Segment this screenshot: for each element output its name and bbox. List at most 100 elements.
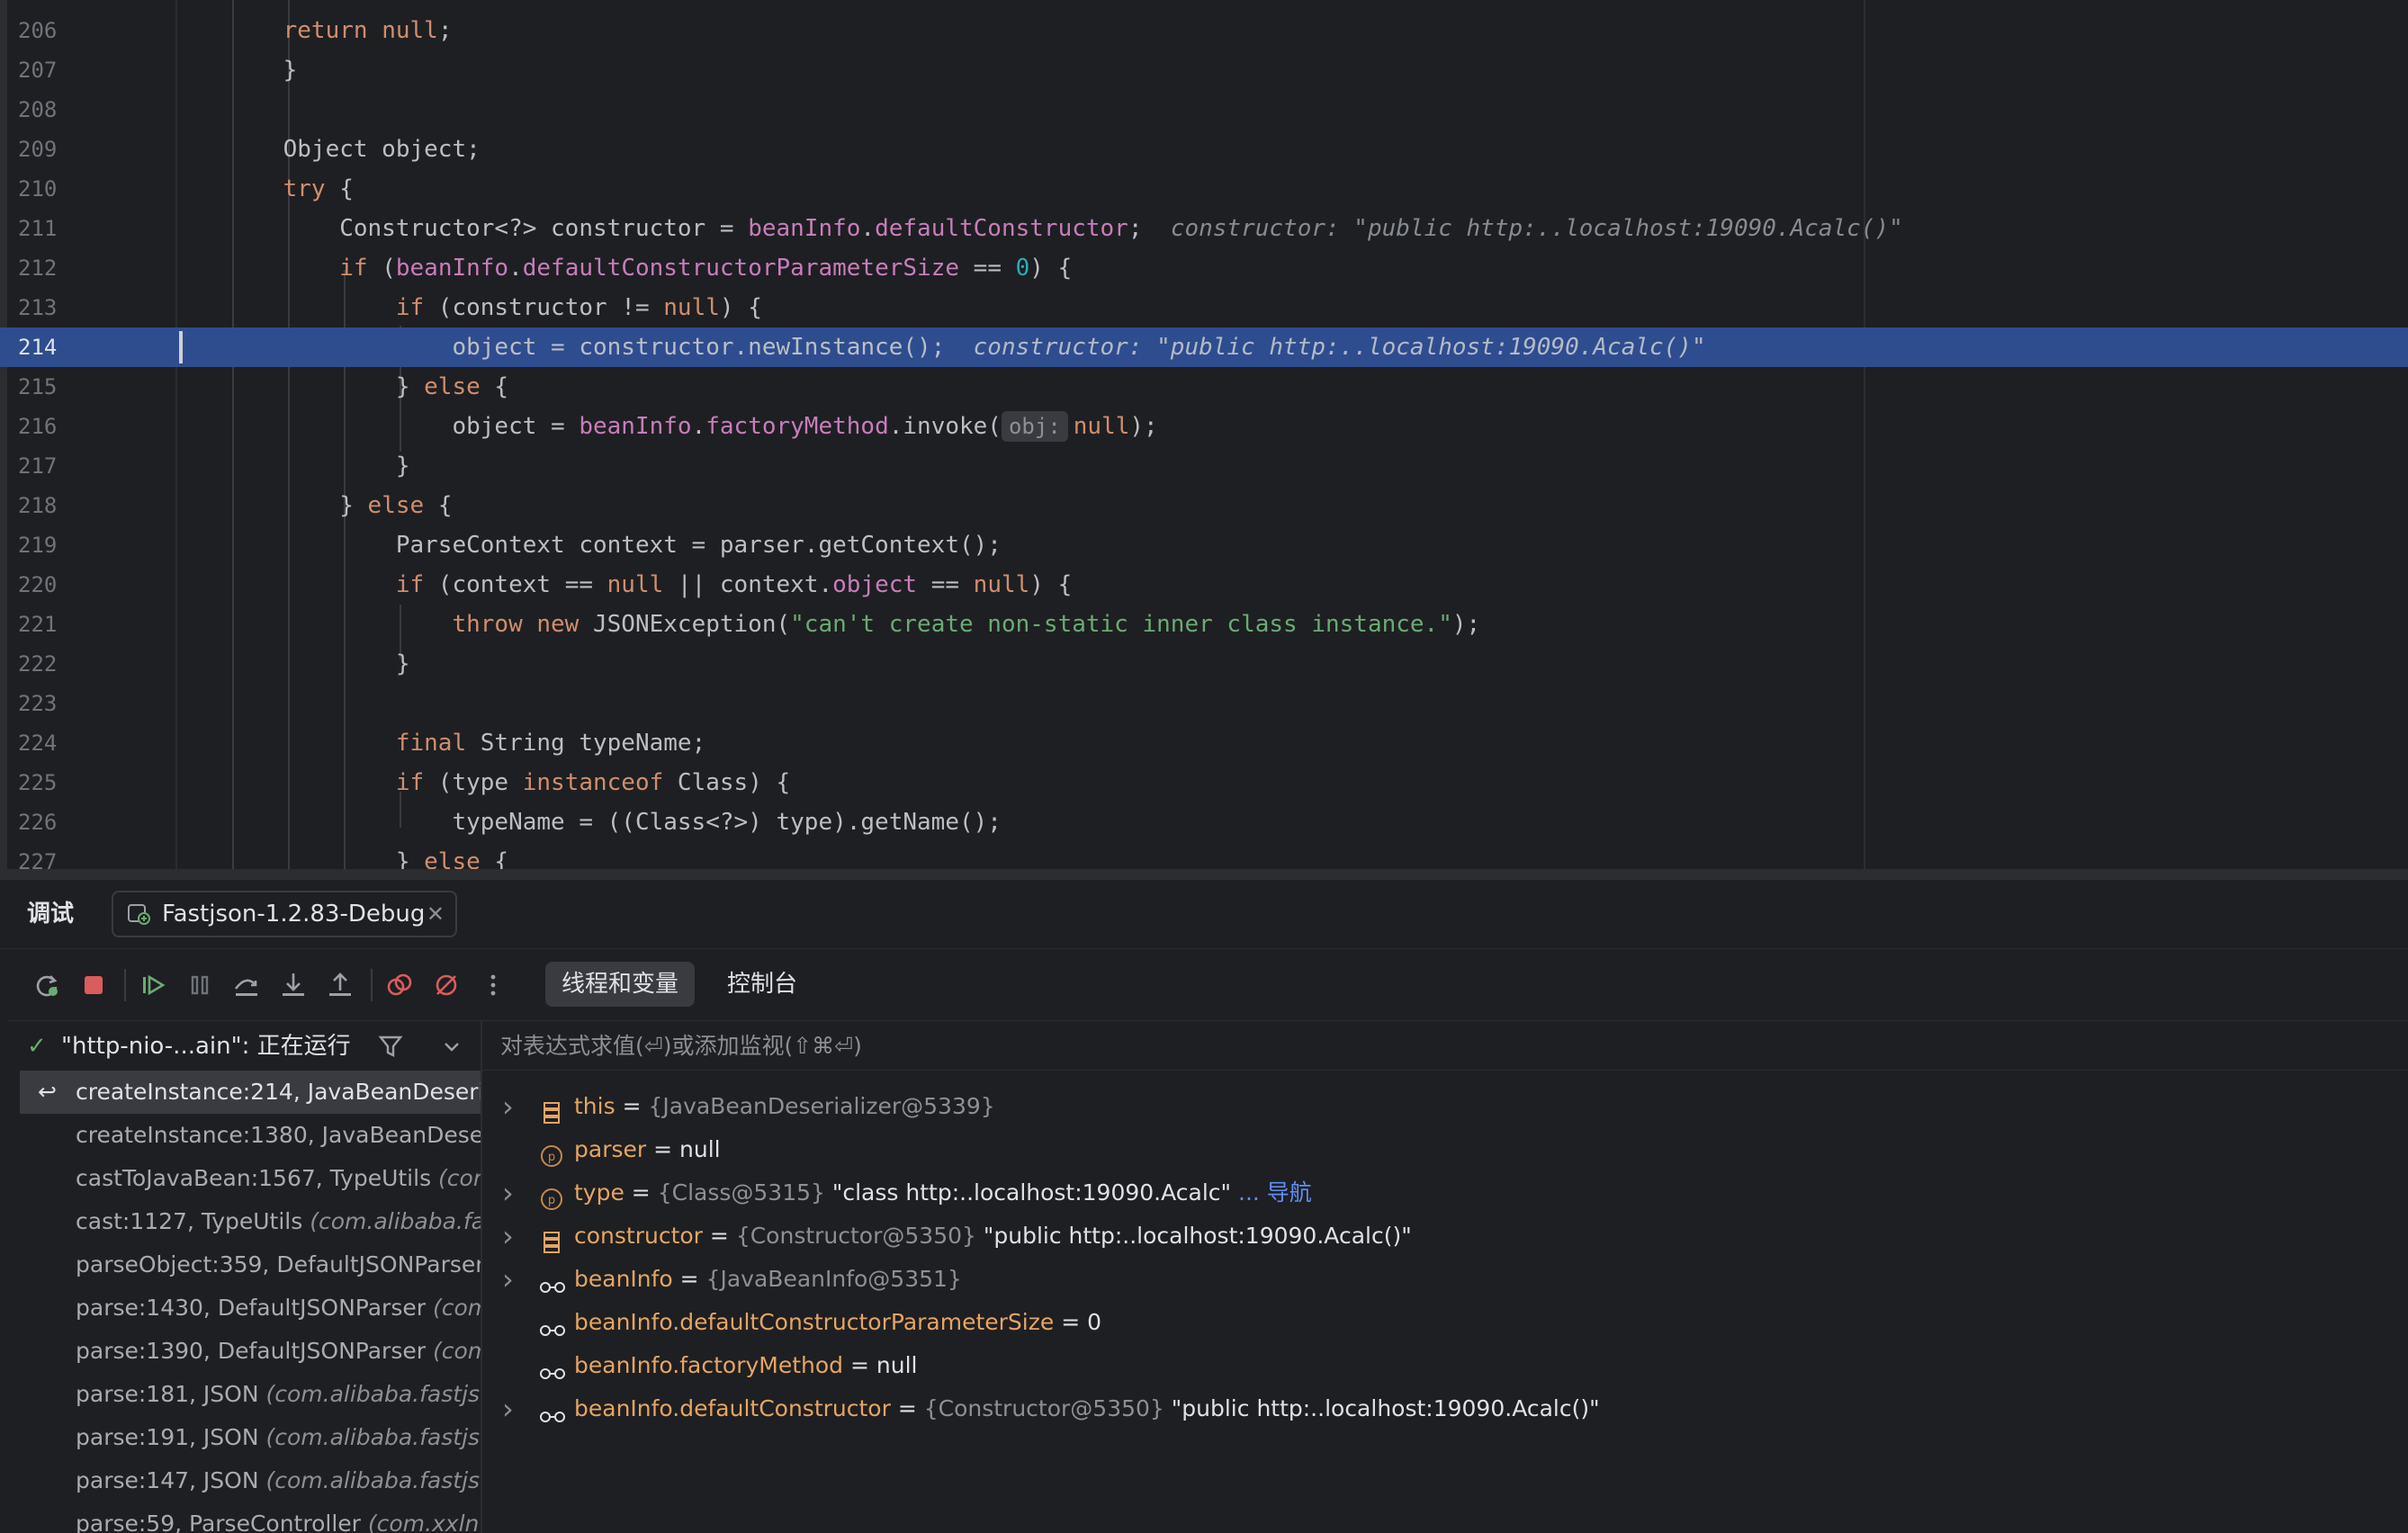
line-number: 225 [18,770,58,795]
frame-item[interactable]: ↩ createInstance:214, JavaBeanDeseria [20,1071,481,1114]
check-icon: ✓ [27,1033,47,1060]
breakpoints-icon [387,973,412,996]
tab-console[interactable]: 控制台 [711,962,813,1007]
frame-item[interactable]: parse:1430, DefaultJSONParser (com [20,1286,481,1330]
code-line: 209 Object object; [0,130,2408,169]
resume-button[interactable] [133,965,173,1005]
run-config-name: Fastjson-1.2.83-Debug [162,901,426,928]
rerun-icon [36,975,58,997]
line-number: 220 [18,572,58,597]
frame-item[interactable]: cast:1127, TypeUtils (com.alibaba.fast [20,1200,481,1243]
close-tab-icon[interactable]: ✕ [427,901,445,927]
code-line: 215 } else { [0,367,2408,407]
stop-button[interactable] [74,965,113,1005]
editor-horizontal-scrollbar[interactable] [0,869,2408,880]
tab-threads-variables[interactable]: 线程和变量 [545,962,696,1007]
code-line: 211 Constructor<?> constructor = beanInf… [0,209,2408,248]
step-out-button[interactable] [320,965,360,1005]
code-line: 224 final String typeName; [0,723,2408,763]
expand-arrow-icon[interactable]: › [502,1387,520,1430]
equals-sign: = [702,1223,736,1249]
code-line: 223 [0,684,2408,723]
mute-breakpoints-icon [436,974,457,996]
line-number: 207 [18,58,58,83]
line-number: 215 [18,374,58,399]
thread-selector[interactable]: ✓ "http-nio-...ain": 正在运行 [7,1020,481,1072]
rerun-button[interactable] [27,965,67,1005]
line-number: 216 [18,414,58,439]
code-line: 213 if (constructor != null) { [0,288,2408,327]
variable-value: 0 [1087,1309,1102,1335]
run-config-tab[interactable]: Fastjson-1.2.83-Debug ✕ [112,891,457,937]
variable-name: beanInfo.defaultConstructor [574,1395,891,1421]
expand-arrow-icon[interactable]: › [502,1085,520,1128]
parameter-icon: p [540,1139,563,1167]
inline-value-hint: constructor: "public http:..localhost:19… [1170,215,1903,242]
line-number: 222 [18,651,58,677]
line-number: 210 [18,176,58,202]
step-out-icon [329,973,351,996]
line-number: 212 [18,256,58,281]
svg-text:p: p [548,1151,555,1164]
frame-item[interactable]: parse:191, JSON (com.alibaba.fastjso [20,1416,481,1459]
watch-glasses-icon [538,1269,567,1293]
variable-name: beanInfo.defaultConstructorParameterSize [574,1309,1055,1335]
watch-glasses-icon [538,1312,567,1336]
line-number: 214 [18,335,58,360]
frame-item[interactable]: parse:181, JSON (com.alibaba.fastjso [20,1373,481,1416]
variable-name: beanInfo [574,1266,673,1292]
line-number: 213 [18,295,58,320]
debug-title: 调试 [27,901,75,928]
line-number: 223 [18,691,58,716]
equals-sign: = [843,1352,876,1378]
equals-sign: = [1054,1309,1088,1335]
svg-text:p: p [548,1194,555,1207]
code-line: 218 } else { [0,486,2408,525]
stop-icon [85,976,103,994]
equals-sign: = [890,1395,924,1421]
variable-type: {Class@5315} [657,1179,825,1206]
variable-name: constructor [574,1223,703,1249]
watch-glasses-icon [538,1355,567,1379]
filter-icon[interactable] [376,1032,405,1061]
frame-item[interactable]: parse:1390, DefaultJSONParser (com [20,1330,481,1373]
more-options-button[interactable] [473,965,513,1005]
code-line: 220 if (context == null || context.objec… [0,565,2408,605]
line-number: 227 [18,849,58,869]
line-number: 226 [18,810,58,835]
pause-button[interactable] [180,965,220,1005]
frame-item[interactable]: castToJavaBean:1567, TypeUtils (com [20,1157,481,1200]
line-number: 211 [18,216,58,241]
frame-item[interactable]: createInstance:1380, JavaBeanDeseri [20,1114,481,1157]
navigate-link[interactable]: ... 导航 [1231,1179,1312,1206]
panel-splitter[interactable] [481,1020,482,1533]
variable-name: this [574,1093,615,1119]
view-breakpoints-button[interactable] [380,965,419,1005]
variable-name: parser [574,1136,647,1162]
line-number: 208 [18,97,58,122]
chevron-down-icon[interactable] [437,1032,466,1061]
expand-arrow-icon[interactable]: › [502,1258,520,1301]
frame-item[interactable]: parse:59, ParseController (com.xxln.f [20,1502,481,1533]
mute-breakpoints-button[interactable] [427,965,466,1005]
step-over-button[interactable] [227,965,266,1005]
parameter-hint: obj: [1001,411,1068,442]
line-number: 206 [18,18,58,43]
inline-value-hint: constructor: "public http:..localhost:19… [973,334,1706,361]
toolbar-divider [371,969,373,1001]
return-icon: ↩ [38,1079,57,1105]
frame-item[interactable]: parseObject:359, DefaultJSONParser [20,1243,481,1286]
more-vertical-icon [490,974,496,996]
line-number: 224 [18,731,58,756]
evaluate-expression-input[interactable]: 对表达式求值(⏎)或添加监视(⇧⌘⏎) [482,1020,2408,1071]
equals-sign: = [615,1093,649,1119]
expand-arrow-icon[interactable]: › [502,1215,520,1258]
code-line: 217 } [0,446,2408,486]
line-number: 221 [18,612,58,637]
expand-arrow-icon[interactable]: › [502,1171,520,1215]
step-into-button[interactable] [274,965,313,1005]
code-line: 222 } [0,644,2408,684]
frame-item[interactable]: parse:147, JSON (com.alibaba.fastjso [20,1459,481,1502]
code-editor[interactable]: 206 return null; 207 } 208 209 Object ob… [0,0,2408,869]
toolbar-divider [124,969,126,1001]
